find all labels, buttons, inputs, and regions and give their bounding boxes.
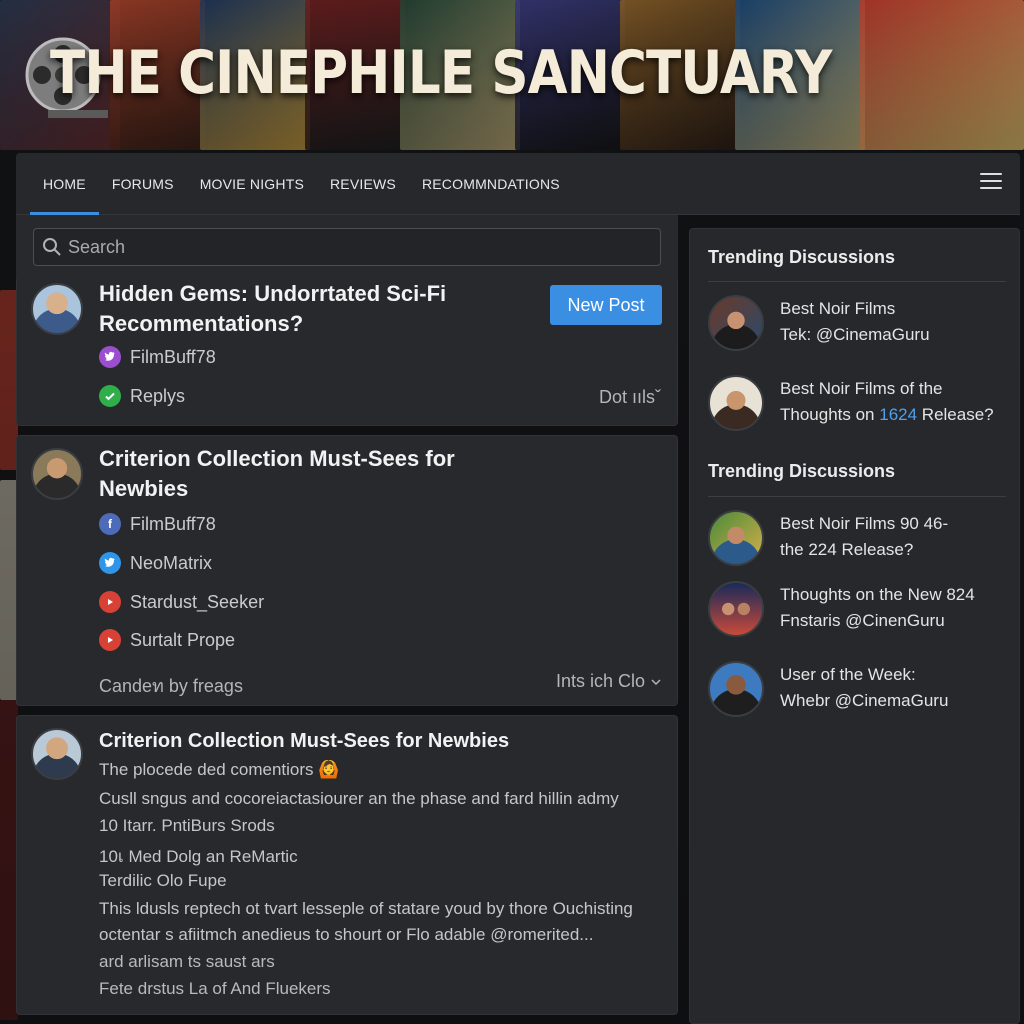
sidebar-heading: Trending Discussions — [708, 461, 896, 481]
twitter-icon — [99, 346, 121, 368]
youtube-icon — [99, 629, 121, 651]
username: Stardust_Seeker — [130, 591, 265, 612]
participant[interactable]: f FilmBuff78 — [99, 513, 216, 535]
trending-item[interactable]: Best Noir Films Tek: @CinemaGuru — [708, 295, 1008, 355]
trending-title: Best Noir Films 90 46- — [780, 514, 949, 533]
check-icon — [99, 385, 121, 407]
avatar — [31, 448, 83, 500]
participant[interactable]: Surtalt Prope — [99, 629, 235, 651]
replies-label: Replys — [130, 385, 186, 406]
tab-home[interactable]: HOME — [30, 153, 99, 215]
username: NeoMatrix — [130, 552, 213, 573]
trending-author[interactable]: Whebr @CinemaGuru — [780, 691, 948, 711]
main-navbar: HOME FORUMS MOVIE NIGHTS REVIEWS RECOMMN… — [16, 153, 1020, 215]
post-body-line: This ldusls reptech ot tvart lesseple of… — [99, 899, 633, 918]
post-footer-text: Candeท by freags — [99, 676, 243, 696]
avatar — [31, 283, 83, 335]
avatar — [708, 375, 764, 431]
username: FilmBuff78 — [130, 346, 216, 367]
tab-reviews[interactable]: REVIEWS — [317, 153, 409, 215]
sidebar-heading: Trending Discussions — [708, 247, 896, 267]
avatar — [708, 510, 764, 566]
trending-author[interactable]: Fnstaris @CinenGuru — [780, 611, 945, 631]
new-post-button[interactable]: New Post — [550, 285, 662, 325]
post-body-line: 10เ Med Dolg an ReMartic — [99, 847, 298, 866]
post-body-line: Fete drstus La of And Fluekers — [99, 979, 331, 998]
search-box — [33, 228, 661, 266]
tab-movie-nights[interactable]: MOVIE NIGHTS — [187, 153, 317, 215]
avatar — [708, 295, 764, 351]
trending-item[interactable]: User of the Week: Whebr @CinemaGuru — [708, 661, 1008, 721]
search-input[interactable] — [62, 236, 660, 258]
divider — [708, 496, 1006, 497]
site-title: THE CINEPHILE SANCTUARY — [50, 38, 832, 108]
trending-item[interactable]: Thoughts on the New 824 Fnstaris @CinenG… — [708, 581, 1008, 641]
post-title[interactable]: Criterion Collection Must-Sees for Newbi… — [99, 444, 455, 504]
emoji-icon: 🙆 — [318, 760, 340, 779]
tab-forums[interactable]: FORUMS — [99, 153, 187, 215]
tab-recommendations[interactable]: RECOMMNDATIONS — [409, 153, 573, 215]
avatar — [708, 661, 764, 717]
post-card[interactable]: Criterion Collection Must-Sees for Newbi… — [16, 715, 678, 1015]
post-body-line: 10 Itarr. PntiBurs Srods — [99, 816, 275, 835]
trending-author[interactable]: Tek: @CinemaGuru — [780, 325, 930, 345]
post-body-line: Terdilic Olo Fupe — [99, 871, 227, 890]
details-label: Ints ich Clo — [555, 671, 645, 691]
nav-tabs: HOME FORUMS MOVIE NIGHTS REVIEWS RECOMMN… — [30, 153, 573, 215]
hamburger-icon[interactable] — [980, 173, 1002, 191]
chevron-down-icon — [651, 678, 661, 685]
username: FilmBuff78 — [130, 513, 216, 534]
divider — [708, 281, 1006, 282]
search-bar — [16, 215, 678, 279]
participant[interactable]: NeoMatrix — [99, 552, 212, 574]
participant[interactable]: Stardust_Seeker — [99, 591, 264, 613]
twitter-icon — [99, 552, 121, 574]
post-subtitle: The plocede ded comentiors 🙆 — [99, 760, 340, 779]
trending-title: Best Noir Films — [780, 299, 896, 318]
youtube-icon — [99, 591, 121, 613]
username: Surtalt Prope — [130, 629, 236, 650]
facebook-icon: f — [99, 513, 121, 535]
post-body-line: Cusll sngus and cocoreiactasiourer an th… — [99, 789, 619, 808]
trending-subtitle: the 224 Release? — [780, 540, 914, 559]
details-dropdown[interactable]: Dot ıılsˇ — [599, 387, 661, 408]
trending-title: Thoughts on the New 824 — [780, 585, 975, 604]
trending-subtitle: Thoughts on 1624 Release? — [780, 405, 994, 424]
details-label: Dot ıılsˇ — [598, 387, 661, 407]
trending-title: Best Noir Films of the — [780, 379, 943, 398]
post-card[interactable]: Criterion Collection Must-Sees for Newbi… — [16, 435, 678, 706]
post-card[interactable]: Hidden Gems: Undorrtated Sci-Fi Recommen… — [16, 279, 678, 426]
post-title[interactable]: Hidden Gems: Undorrtated Sci-Fi Recommen… — [99, 279, 446, 339]
trending-item[interactable]: Best Noir Films of the Thoughts on 1624 … — [708, 375, 1008, 435]
post-body-line: octentar s afiitmch anedieus to shourt o… — [99, 925, 594, 944]
post-body-line: ard arlisam ts saust ars — [99, 952, 275, 971]
trending-title: User of the Week: — [780, 665, 916, 684]
post-title[interactable]: Criterion Collection Must-Sees for Newbi… — [99, 726, 509, 756]
trending-sidebar: Trending Discussions Best Noir Films Tek… — [689, 228, 1020, 1024]
details-dropdown[interactable]: Ints ich Clo — [556, 671, 661, 692]
main-feed: Hidden Gems: Undorrtated Sci-Fi Recommen… — [16, 215, 678, 1024]
post-author[interactable]: FilmBuff78 — [99, 346, 216, 368]
trending-item[interactable]: Best Noir Films 90 46- the 224 Release? — [708, 510, 1008, 570]
avatar — [31, 728, 83, 780]
search-icon — [43, 238, 61, 256]
avatar — [708, 581, 764, 637]
replies-link[interactable]: Replys — [99, 385, 185, 407]
